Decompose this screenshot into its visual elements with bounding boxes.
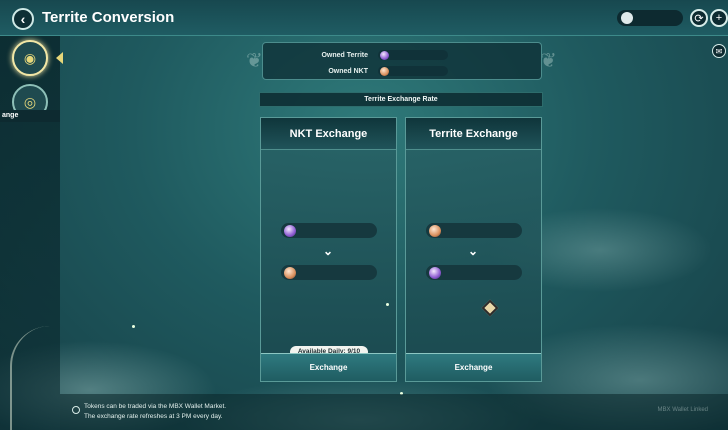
sidebar: ◉ ◎ ange — [0, 36, 63, 430]
nkt-coin-icon — [429, 224, 441, 237]
sidebar-item-territe-conversion[interactable]: ◉ — [12, 40, 48, 76]
output-slot-territe — [426, 265, 522, 280]
currency-display — [617, 10, 683, 26]
territe-coin-icon: ◉ — [23, 49, 37, 66]
wallet-linked-watermark: MBX Wallet Linked — [657, 407, 708, 413]
back-arrow-icon: ‹ — [20, 11, 26, 27]
nkt-coin-icon — [380, 66, 389, 76]
output-slot-nkt — [281, 265, 377, 280]
chevron-down-icon: ⌄ — [323, 244, 334, 258]
owned-territe-row: Owned Territe — [263, 47, 543, 63]
input-slot-nkt — [426, 223, 522, 238]
info-icon — [72, 406, 80, 414]
owned-nkt-row: Owned NKT — [263, 63, 543, 79]
owned-territe-label: Owned Territe — [321, 51, 368, 59]
territe-exchange-panel: Territe Exchange ⌄ Exchange — [405, 117, 542, 382]
exchange-rate-title: Territe Exchange Rate — [259, 92, 543, 107]
input-slot-territe — [281, 223, 377, 238]
footer-line-market: Tokens can be traded via the MBX Wallet … — [84, 403, 227, 410]
owned-balances: Owned Territe Owned NKT — [262, 42, 542, 80]
panel-title: NKT Exchange — [261, 118, 396, 150]
territe-gem-icon — [429, 266, 441, 279]
footer-line-refresh: The exchange rate refreshes at 3 PM ever… — [84, 413, 223, 420]
plus-icon: + — [715, 12, 723, 24]
page-title: Territe Conversion — [42, 9, 175, 26]
owned-nkt-label: Owned NKT — [328, 67, 368, 75]
sparkle-decoration — [386, 303, 389, 306]
active-indicator-arrow — [56, 52, 63, 64]
sparkle-decoration — [132, 325, 135, 328]
mail-button[interactable]: ✉ — [712, 44, 726, 58]
panel-title: Territe Exchange — [406, 118, 541, 150]
owned-territe-value — [378, 50, 448, 60]
territe-gem-icon — [284, 224, 296, 237]
left-wing-ornament: ❦ — [246, 50, 263, 72]
territe-exchange-button[interactable]: Exchange — [406, 353, 541, 381]
refresh-icon: ⟳ — [694, 12, 704, 25]
exchange-coin-icon: ◎ — [23, 93, 37, 110]
footer-notice: Tokens can be traded via the MBX Wallet … — [84, 402, 226, 422]
back-button[interactable]: ‹ — [12, 8, 34, 30]
nkt-coin-icon — [284, 266, 296, 279]
top-bar: ‹ Territe Conversion ⟳ + — [0, 0, 728, 36]
add-button[interactable]: + — [710, 9, 728, 27]
nkt-exchange-button[interactable]: Exchange — [261, 353, 396, 381]
territe-gem-icon — [380, 50, 389, 60]
link-coin-icon — [621, 12, 633, 24]
mail-icon: ✉ — [715, 46, 723, 56]
refresh-button[interactable]: ⟳ — [690, 9, 708, 27]
chevron-down-icon: ⌄ — [468, 244, 479, 258]
nkt-exchange-panel: NKT Exchange ⌄ Available Daily: 9/10 Exc… — [260, 117, 397, 382]
sidebar-item-label: ange — [0, 110, 60, 122]
owned-nkt-value — [378, 66, 448, 76]
vine-decoration — [10, 326, 50, 430]
footer-info: Tokens can be traded via the MBX Wallet … — [60, 394, 728, 430]
